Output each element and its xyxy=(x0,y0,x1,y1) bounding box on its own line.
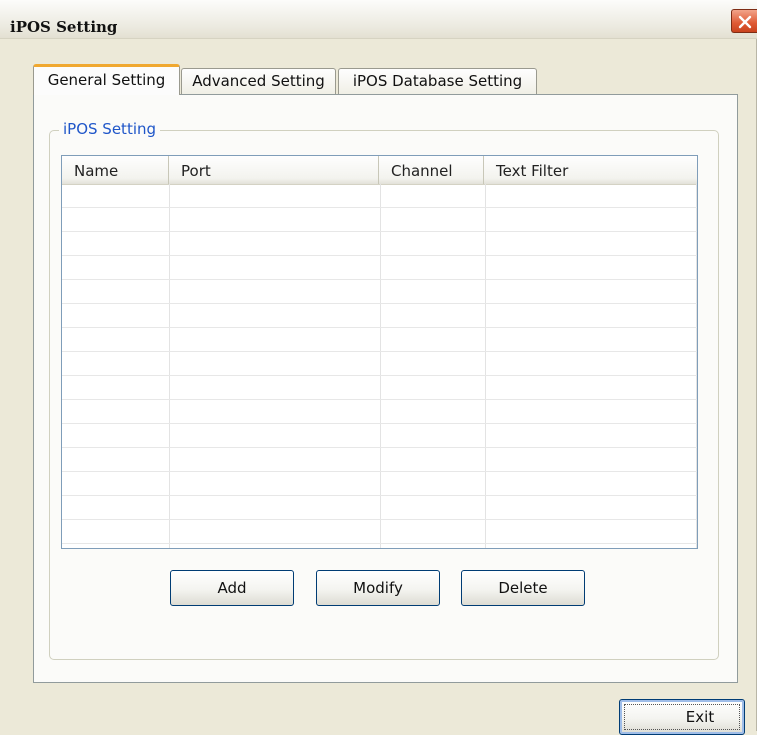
tab-label: iPOS Database Setting xyxy=(352,72,523,90)
exit-button[interactable]: Exit xyxy=(619,699,745,735)
table-row[interactable] xyxy=(62,184,697,208)
window-title: iPOS Setting xyxy=(10,18,118,36)
table-row[interactable] xyxy=(62,256,697,280)
table-row[interactable] xyxy=(62,496,697,520)
table-row[interactable] xyxy=(62,520,697,544)
ipos-setting-dialog: iPOS Setting General Setting Advanced Se… xyxy=(0,0,757,735)
table-row[interactable] xyxy=(62,232,697,256)
table-row[interactable] xyxy=(62,376,697,400)
column-header-port[interactable]: Port xyxy=(168,156,381,184)
table-header: Name Port Channel Text Filter xyxy=(62,156,697,185)
modify-button[interactable]: Modify xyxy=(316,570,440,606)
table-row[interactable] xyxy=(62,280,697,304)
table-row[interactable] xyxy=(62,208,697,232)
tab-ipos-database-setting[interactable]: iPOS Database Setting xyxy=(338,68,537,94)
table-row[interactable] xyxy=(62,472,697,496)
close-button[interactable] xyxy=(731,9,757,33)
table-row[interactable] xyxy=(62,304,697,328)
table-row[interactable] xyxy=(62,352,697,376)
tab-label: General Setting xyxy=(47,71,166,89)
focus-indicator xyxy=(624,704,740,730)
column-header-name[interactable]: Name xyxy=(62,156,169,184)
add-button[interactable]: Add xyxy=(170,570,294,606)
table-row[interactable] xyxy=(62,400,697,424)
delete-button[interactable]: Delete xyxy=(461,570,585,606)
exit-button-label: Exit xyxy=(685,708,715,726)
tab-label: Advanced Setting xyxy=(192,72,325,90)
groupbox-legend: iPOS Setting xyxy=(59,120,161,138)
table-row[interactable] xyxy=(62,328,697,352)
column-header-channel[interactable]: Channel xyxy=(378,156,485,184)
close-icon xyxy=(738,15,752,29)
column-header-text-filter[interactable]: Text Filter xyxy=(483,156,695,184)
table-row[interactable] xyxy=(62,424,697,448)
ipos-list-table[interactable]: Name Port Channel Text Filter xyxy=(61,155,698,549)
tab-advanced-setting[interactable]: Advanced Setting xyxy=(181,68,336,94)
tab-general-setting[interactable]: General Setting xyxy=(33,64,180,95)
title-bar[interactable]: iPOS Setting xyxy=(0,0,757,39)
table-row[interactable] xyxy=(62,448,697,472)
